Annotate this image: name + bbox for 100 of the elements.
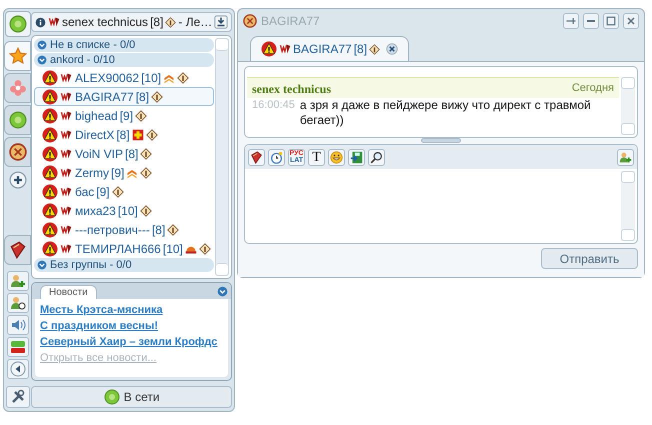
diamond-icon [146,128,158,140]
level-text: [9] [111,164,124,182]
news-link[interactable]: Северный Хаир – земли Крофдс [40,334,224,349]
add-tab-button[interactable] [8,171,26,189]
contact-row[interactable]: бас [9] [34,182,214,201]
diamond-icon [369,44,380,54]
status-button[interactable]: В сети [31,386,232,408]
diamond-icon [177,72,190,84]
scrollbar[interactable] [215,38,230,276]
minimize-icon [587,20,595,22]
message-text: а зря я даже в пейджере вижу что директ с травмой бегает)) [300,98,592,128]
warning-icon [42,146,58,162]
chevron-down-icon [37,260,47,270]
contact-row[interactable]: bighead [9] [34,106,214,125]
max-button[interactable] [603,13,619,29]
chevron-down-icon [37,40,47,50]
close-tab-icon[interactable] [386,43,398,55]
contact-row[interactable]: DirectX [8] [34,125,214,144]
clock-icon [270,150,283,164]
find-user-icon [10,295,26,311]
group-header[interactable]: ankord - 0/10 [34,53,214,67]
level-text: [8] [150,14,164,31]
warning-icon [42,126,58,142]
diamond-icon [135,110,148,122]
gear-icon [8,111,26,129]
close-icon [625,15,637,27]
warning-icon [42,108,58,124]
send-button[interactable]: Отправить [541,248,638,269]
group-label: ankord - 0/10 [50,52,115,68]
font-button[interactable]: T [308,148,325,166]
group-label: Не в списке - 0/0 [50,38,136,53]
save-button[interactable] [348,148,365,166]
settings-icon [10,389,26,405]
message-time: 16:00:45 [252,98,295,113]
news-tab[interactable]: Новости [40,284,97,299]
speaker-icon [10,317,26,333]
min-button[interactable] [583,13,599,29]
diamond-icon [140,166,152,178]
group-header[interactable]: Без группы - 0/0 [34,258,214,272]
clan-icon [60,72,72,84]
sidebar-button[interactable] [6,359,28,379]
close-button[interactable] [623,13,639,29]
contact-name: бас [75,184,94,200]
book-button[interactable] [248,148,265,166]
contact-name: ТЕМИРЛАН666 [75,240,161,258]
emblem-icon [243,14,257,28]
scrollbar[interactable] [621,171,635,241]
level-text: [8] [152,222,166,238]
warning-icon [42,240,58,256]
news-link[interactable]: С праздником весны! [40,318,224,333]
sidebar-tab[interactable] [4,235,31,265]
diamond-icon [167,224,180,236]
level-text: [10] [162,240,183,258]
add-user-button[interactable] [617,148,634,166]
clan-icon [60,110,72,122]
chat-tab[interactable]: BAGIRA77 [8] [250,36,410,61]
download-icon [214,15,228,29]
message-author: senex technicus [252,81,331,98]
group-header[interactable]: Не в списке - 0/0 [34,38,214,52]
sidebar-button[interactable] [6,293,28,313]
contact-row[interactable]: ---петрович--- [8] [34,220,214,239]
clan-icon [60,204,72,216]
menu-button[interactable] [4,11,30,37]
diamond-icon [140,148,152,160]
contact-row[interactable]: ТЕМИРЛАН666 [10] [34,239,214,258]
news-link[interactable]: Месть Крэтса-мясника [40,302,224,317]
message-date: Сегодня [572,81,614,96]
medic-cross-icon [132,128,144,140]
maximize-icon [605,15,617,27]
contact-row[interactable]: VoiN VIP [8] [34,144,214,163]
search-button[interactable] [368,148,385,166]
scrollbar[interactable] [621,77,635,135]
clan-icon [60,242,72,254]
contact-name: Zermy [75,164,109,182]
search-icon [370,150,383,164]
clock-button[interactable] [268,148,285,166]
clan-icon [60,224,72,236]
diamond-icon [198,242,211,254]
clan-icon [60,186,72,198]
smile-button[interactable] [328,148,345,166]
level-text: [8] [125,146,138,162]
add-user-icon [10,273,26,289]
sidebar-tab[interactable] [4,137,31,167]
pin-button[interactable] [563,13,579,29]
download-button[interactable] [214,15,228,29]
splitter-handle[interactable] [421,138,461,143]
contact-row[interactable]: ALEX90062 [10] [34,68,214,87]
contact-row[interactable]: миха23 [10] [34,201,214,220]
warning-icon [42,164,58,180]
emblem-icon [8,143,26,161]
chevron-down-icon[interactable] [217,286,228,297]
contact-row[interactable]: BAGIRA77 [8] [34,87,214,106]
info-icon[interactable] [35,16,46,28]
warning-icon [42,222,58,238]
settings-button[interactable] [6,386,30,408]
clan-icon [60,90,72,102]
level-text: [10] [141,70,162,86]
contact-name: миха23 [75,202,116,220]
gear-icon [104,389,120,405]
contact-row[interactable]: Zermy [9] [34,163,214,182]
